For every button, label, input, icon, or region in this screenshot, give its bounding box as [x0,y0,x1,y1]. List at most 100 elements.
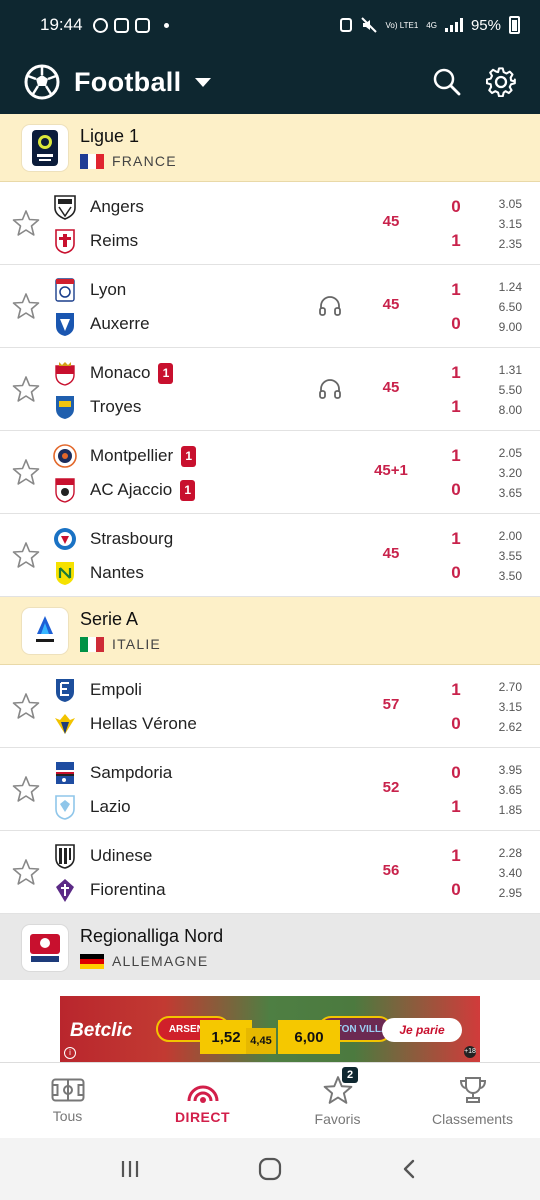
home-score: 1 [451,363,461,382]
favorite-star-icon[interactable] [12,692,40,720]
live-icon [187,1085,218,1103]
match-row[interactable]: Monaco 1 Troyes 45 1 1 1.31 5.50 8.00 [0,348,540,431]
match-row[interactable]: Strasbourg Nantes 45 1 0 2.00 3.55 3.50 [0,514,540,597]
ad-age-badge: +18 [464,1046,476,1058]
match-row[interactable]: Lyon Auxerre 45 1 0 1.24 6.50 9.00 [0,265,540,348]
ad-banner[interactable]: Betclic ARSENAL ASTON VILLA 1,52 4,45 6,… [60,996,480,1062]
sport-title[interactable]: Football [74,67,181,98]
odd-home: 2.05 [498,446,522,460]
match-minute: 45 [382,545,400,562]
league-country: ALLEMAGNE [112,953,209,969]
league-header-serie-a[interactable]: Serie A ITALIE [0,597,540,665]
nav-favoris[interactable]: 2 Favoris [270,1063,405,1138]
back-icon[interactable] [398,1157,422,1181]
league-header-regionalliga-nord[interactable]: Regionalliga Nord ALLEMAGNE [0,914,540,980]
match-row[interactable]: Angers Reims 45 0 1 3.05 3.15 2.35 [0,182,540,265]
system-navigation-bar [0,1138,540,1200]
home-score: 1 [451,529,461,548]
ad-brand: Betclic [70,1020,133,1041]
match-list[interactable]: Ligue 1 FRANCE Angers Reims 45 01 3.05 3.… [0,114,540,980]
favorite-star-icon[interactable] [12,292,40,320]
away-team-name: Nantes [90,563,144,582]
league-name: Serie A [80,609,139,629]
udinese-crest-icon [52,843,78,869]
nav-label: Classements [432,1110,513,1127]
favorite-star-icon[interactable] [12,775,40,803]
battery-percent: 95% [470,16,501,34]
favorite-star-icon[interactable] [12,458,40,486]
sampdoria-crest-icon [52,760,78,786]
league-country: FRANCE [112,153,177,169]
odd-home: 3.05 [498,197,522,211]
fiorentina-crest-icon [52,877,78,903]
away-team-name: Lazio [90,797,131,816]
ad-odd-draw: 4,45 [246,1028,276,1054]
nav-tous[interactable]: Tous [0,1063,135,1138]
home-team-name: Sampdoria [90,763,173,782]
match-minute: 56 [382,862,400,879]
ligue-1-logo [22,124,68,171]
regionalliga-nord-logo [22,924,68,971]
odd-home: 1.24 [498,280,522,294]
odd-home: 3.95 [498,763,522,777]
away-score: 1 [451,397,461,416]
headphones-icon [319,379,341,399]
home-score: 1 [451,680,461,699]
favorite-star-icon[interactable] [12,858,40,886]
match-row[interactable]: Empoli Hellas Vérone 57 1 0 2.70 3.15 2.62 [0,665,540,748]
chevron-down-icon[interactable] [195,77,212,87]
league-header-ligue-1[interactable]: Ligue 1 FRANCE [0,114,540,182]
away-score: 0 [451,563,461,582]
headphones-icon [319,296,341,316]
match-minute: 45 [382,379,400,396]
odd-away: 8.00 [498,403,522,417]
gear-icon[interactable] [486,67,516,97]
away-team-name: Fiorentina [90,880,166,899]
favorite-star-icon[interactable] [12,209,40,237]
odd-away: 1.85 [498,803,522,817]
home-icon[interactable] [257,1156,283,1182]
odd-draw: 3.20 [498,466,522,480]
recent-apps-icon[interactable] [118,1157,142,1181]
lazio-crest-icon [52,794,78,820]
favorite-star-icon[interactable] [12,375,40,403]
nav-direct[interactable]: DIRECT [135,1063,270,1138]
away-team-name: Hellas Vérone [90,714,197,733]
match-minute: 45 [382,296,400,313]
odd-away: 2.62 [498,720,522,734]
match-row[interactable]: Montpellier 1 AC Ajaccio 1 45+1 1 0 2.05 3.2… [0,431,540,514]
odd-away: 2.95 [498,886,522,900]
odd-draw: 3.15 [498,700,522,714]
away-team-name: AC Ajaccio [90,480,173,499]
nantes-crest-icon [52,560,78,586]
match-row[interactable]: Sampdoria Lazio 52 0 1 3.95 3.65 1.85 [0,748,540,831]
red-card-badge: 1 [181,445,197,467]
ad-info-icon[interactable]: i [64,1047,76,1059]
home-score: 1 [451,846,461,865]
home-team-name: Monaco [90,363,151,382]
odd-away: 2.35 [498,237,522,251]
match-minute: 45+1 [374,462,408,479]
troyes-crest-icon [52,394,78,420]
league-country: ITALIE [112,636,161,652]
match-odds: 2.00 3.55 3.50 [482,526,522,586]
away-score: 0 [451,880,461,899]
ad-cta-button[interactable]: Je parie [382,1018,462,1042]
odd-draw: 3.65 [498,783,522,797]
match-odds: 2.70 3.15 2.62 [482,677,522,737]
odd-home: 2.70 [498,680,522,694]
away-score: 0 [451,314,461,333]
red-card-badge: 1 [158,362,174,384]
odd-home: 2.28 [498,846,522,860]
favorite-star-icon[interactable] [12,541,40,569]
nav-classements[interactable]: Classements [405,1063,540,1138]
ad-odd-away: 6,00 [278,1020,340,1054]
match-row[interactable]: Udinese Fiorentina 56 1 0 2.28 3.40 2.95 [0,831,540,914]
lyon-crest-icon [52,277,78,303]
odd-draw: 3.15 [498,217,522,231]
home-score: 1 [451,280,461,299]
search-icon[interactable] [432,67,462,97]
away-score: 1 [451,797,461,816]
football-ball-icon [24,64,60,100]
match-odds: 3.05 3.15 2.35 [482,194,522,254]
